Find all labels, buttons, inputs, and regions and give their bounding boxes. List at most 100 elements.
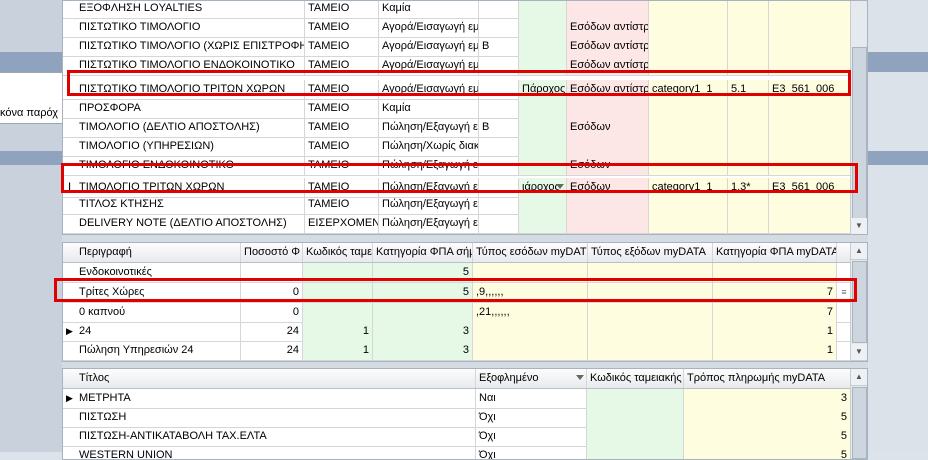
cell-provider[interactable] bbox=[519, 18, 567, 37]
cell-series[interactable] bbox=[479, 18, 519, 37]
cell-income-type[interactable] bbox=[567, 137, 649, 156]
cell-register-code[interactable]: 1 bbox=[303, 322, 373, 341]
vat-categories-scrollbar[interactable]: ▲ ▼ bbox=[850, 243, 867, 361]
cell-payment-method[interactable]: 5 bbox=[684, 408, 851, 427]
chevron-down-icon[interactable] bbox=[576, 375, 584, 380]
cell-register[interactable]: ΤΑΜΕΙΟ bbox=[305, 195, 379, 214]
cell-paid[interactable]: Όχι bbox=[476, 408, 587, 427]
cell-vat-code[interactable] bbox=[728, 37, 769, 56]
cell-register-code[interactable] bbox=[587, 446, 684, 459]
column-header[interactable]: Τύπος εξόδων myDATA bbox=[588, 243, 713, 262]
cell-vat-code[interactable] bbox=[728, 195, 769, 214]
scroll-thumb[interactable] bbox=[852, 387, 867, 459]
cell-register-code[interactable]: 1 bbox=[303, 341, 373, 360]
cell-vat-code[interactable] bbox=[728, 118, 769, 137]
cell-income-type[interactable]: Εσόδων αντίστρ bbox=[567, 37, 649, 56]
scroll-down-icon[interactable]: ▼ bbox=[851, 218, 867, 234]
cell-register-code[interactable] bbox=[587, 408, 684, 427]
cell-payment-method[interactable]: 3 bbox=[684, 389, 851, 408]
cell-category[interactable] bbox=[649, 195, 728, 214]
cell-mydata-vat[interactable]: 1 bbox=[713, 322, 837, 341]
cell-paid[interactable]: Ναι bbox=[476, 389, 587, 408]
scroll-thumb[interactable] bbox=[852, 47, 867, 219]
cell-provider[interactable] bbox=[519, 1, 567, 18]
cell-e3-code[interactable] bbox=[769, 214, 851, 233]
cell-register-code[interactable] bbox=[587, 389, 684, 408]
cell-income-type[interactable]: ,21,,,,,, bbox=[473, 303, 588, 322]
table-row[interactable]: ΠΡΟΣΦΟΡΑ ΤΑΜΕΙΟ Καμία bbox=[63, 99, 851, 119]
table-row[interactable]: ΠΙΣΤΩΤΙΚΟ ΤΙΜΟΛΟΓΙΟ ΤΑΜΕΙΟ Αγορά/Εισαγωγή … bbox=[63, 18, 851, 38]
scroll-up-icon[interactable]: ▲ bbox=[851, 243, 867, 260]
document-types-scrollbar[interactable]: ▼ bbox=[850, 1, 867, 234]
cell-register[interactable]: ΤΑΜΕΙΟ bbox=[305, 99, 379, 118]
cell-percentage[interactable]: 24 bbox=[241, 322, 303, 341]
cell-movement[interactable]: Καμία bbox=[379, 99, 479, 118]
cell-paid[interactable]: Όχι bbox=[476, 446, 587, 459]
cell-movement[interactable]: Αγορά/Εισαγωγή εμ bbox=[379, 18, 479, 37]
cell-income-type[interactable] bbox=[567, 214, 649, 233]
table-row[interactable]: ΠΙΣΤΩΣΗ Όχι 5 bbox=[63, 408, 851, 428]
cell-description[interactable]: 0 καπνού bbox=[76, 303, 241, 322]
cell-category[interactable] bbox=[649, 137, 728, 156]
cell-title[interactable]: ΜΕΤΡΗΤΑ bbox=[76, 389, 476, 408]
cell-movement[interactable]: Πώληση/Χωρίς διακ bbox=[379, 137, 479, 156]
cell-expense-type[interactable] bbox=[588, 341, 713, 360]
scroll-down-icon[interactable]: ▼ bbox=[851, 344, 867, 361]
cell-mydata-vat[interactable]: 7 bbox=[713, 303, 837, 322]
table-row[interactable]: ΜΕΤΡΗΤΑ Ναι 3 ▶ bbox=[63, 389, 851, 409]
cell-title[interactable]: ΠΡΟΣΦΟΡΑ bbox=[76, 99, 305, 118]
cell-income-type[interactable] bbox=[567, 195, 649, 214]
cell-movement[interactable]: Καμία bbox=[379, 1, 479, 18]
cell-expense-type[interactable] bbox=[588, 303, 713, 322]
column-header[interactable]: Κατηγορία ΦΠΑ myDATA bbox=[713, 243, 837, 262]
cell-title[interactable]: WESTERN UNION bbox=[76, 446, 476, 459]
table-row[interactable]: ΠΙΣΤΩΤΙΚΟ ΤΙΜΟΛΟΓΙΟ (ΧΩΡΙΣ ΕΠΙΣΤΡΟΦΗ) ΤΑΜ… bbox=[63, 37, 851, 57]
table-row[interactable]: Πώληση Υπηρεσιών 24 24 1 3 1 bbox=[63, 341, 851, 361]
table-row[interactable]: ΠΙΣΤΩΣΗ-ΑΝΤΙΚΑΤΑΒΟΛΗ ΤΑΧ.ΕΛΤΑ Όχι 5 bbox=[63, 427, 851, 447]
cell-category[interactable] bbox=[649, 99, 728, 118]
cell-description[interactable]: Πώληση Υπηρεσιών 24 bbox=[76, 341, 241, 360]
table-row[interactable]: ΕΞΟΦΛΗΣΗ LOYALTIES ΤΑΜΕΙΟ Καμία bbox=[63, 1, 851, 19]
cell-provider[interactable] bbox=[519, 37, 567, 56]
cell-vat-category[interactable] bbox=[373, 303, 473, 322]
cell-movement[interactable]: Πώληση/Εξαγωγή ε bbox=[379, 118, 479, 137]
cell-register[interactable]: ΤΑΜΕΙΟ bbox=[305, 118, 379, 137]
table-row[interactable]: ΤΙΜΟΛΟΓΙΟ (ΔΕΛΤΙΟ ΑΠΟΣΤΟΛΗΣ) ΤΑΜΕΙΟ Πώληση… bbox=[63, 118, 851, 138]
cell-provider[interactable] bbox=[519, 214, 567, 233]
cell-movement[interactable]: Αγορά/Εισαγωγή εμ bbox=[379, 37, 479, 56]
cell-payment-method[interactable]: 5 bbox=[684, 446, 851, 459]
column-header[interactable]: Ποσοστό Φ bbox=[241, 243, 303, 262]
column-header[interactable]: Τύπος εσόδων myDAT bbox=[473, 243, 588, 262]
cell-provider[interactable] bbox=[519, 118, 567, 137]
cell-category[interactable] bbox=[649, 37, 728, 56]
cell-payment-method[interactable]: 5 bbox=[684, 427, 851, 446]
cell-category[interactable] bbox=[649, 118, 728, 137]
cell-register[interactable]: ΤΑΜΕΙΟ bbox=[305, 1, 379, 18]
cell-e3-code[interactable] bbox=[769, 118, 851, 137]
cell-register[interactable]: ΤΑΜΕΙΟ bbox=[305, 37, 379, 56]
column-header[interactable]: Εξοφλημένο bbox=[476, 369, 587, 388]
cell-provider[interactable] bbox=[519, 137, 567, 156]
cell-series[interactable] bbox=[479, 214, 519, 233]
cell-e3-code[interactable] bbox=[769, 18, 851, 37]
cell-category[interactable] bbox=[649, 18, 728, 37]
cell-paid[interactable]: Όχι bbox=[476, 427, 587, 446]
cell-register[interactable]: ΤΑΜΕΙΟ bbox=[305, 18, 379, 37]
cell-description[interactable]: 24 bbox=[76, 322, 241, 341]
column-header[interactable]: Τρόπος πληρωμής myDATA bbox=[684, 369, 851, 388]
cell-mydata-vat[interactable]: 1 bbox=[713, 341, 837, 360]
cell-vat-code[interactable] bbox=[728, 99, 769, 118]
cell-register-code[interactable] bbox=[587, 427, 684, 446]
cell-series[interactable]: B bbox=[479, 37, 519, 56]
table-row[interactable]: ΤΙΜΟΛΟΓΙΟ (ΥΠΗΡΕΣΙΩΝ) ΤΑΜΕΙΟ Πώληση/Χωρίς … bbox=[63, 137, 851, 157]
cell-title[interactable]: ΕΞΟΦΛΗΣΗ LOYALTIES bbox=[76, 1, 305, 18]
cell-series[interactable] bbox=[479, 1, 519, 18]
scroll-up-icon[interactable]: ▲ bbox=[851, 369, 867, 386]
cell-e3-code[interactable] bbox=[769, 37, 851, 56]
cell-register[interactable]: ΕΙΣΕΡΧΟΜΕΝΑ bbox=[305, 214, 379, 233]
cell-vat-code[interactable] bbox=[728, 137, 769, 156]
cell-title[interactable]: ΠΙΣΤΩΤΙΚΟ ΤΙΜΟΛΟΓΙΟ (ΧΩΡΙΣ ΕΠΙΣΤΡΟΦΗ) bbox=[76, 37, 305, 56]
cell-series[interactable] bbox=[479, 195, 519, 214]
cell-income-type[interactable]: Εσόδων bbox=[567, 118, 649, 137]
cell-e3-code[interactable] bbox=[769, 195, 851, 214]
